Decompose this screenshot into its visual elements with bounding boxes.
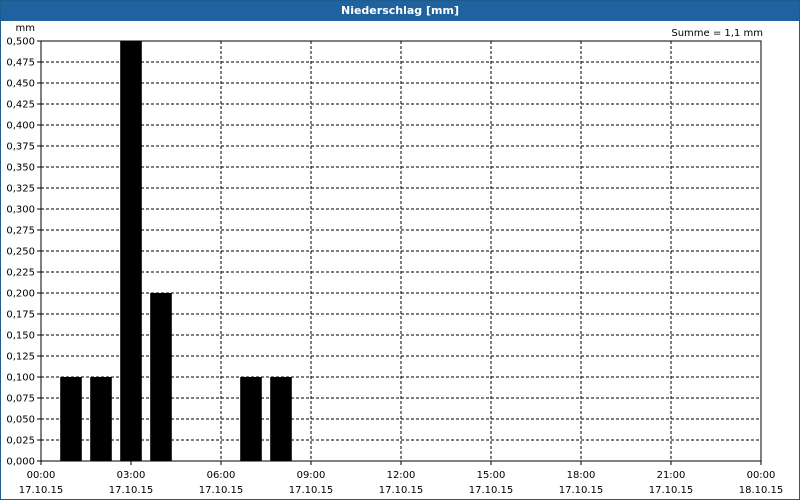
y-tick-label: 0,025 (6, 436, 35, 447)
y-tick-label: 0,350 (6, 163, 35, 174)
x-tick-date-label: 17.10.15 (379, 485, 424, 496)
y-tick-label: 0,450 (6, 79, 35, 90)
x-tick-time-label: 21:00 (657, 470, 686, 481)
x-tick-date-label: 17.10.15 (199, 485, 244, 496)
y-tick-label: 0,475 (6, 58, 35, 69)
y-tick-label: 0,300 (6, 205, 35, 216)
y-tick-label: 0,150 (6, 331, 35, 342)
x-tick-date-label: 18.10.15 (739, 485, 784, 496)
y-tick-label: 0,425 (6, 100, 35, 111)
x-tick-date-label: 17.10.15 (19, 485, 64, 496)
y-tick-label: 0,400 (6, 121, 35, 132)
x-tick-time-label: 18:00 (567, 470, 596, 481)
y-tick-label: 0,500 (6, 37, 35, 48)
y-tick-label: 0,375 (6, 142, 35, 153)
x-tick-time-label: 15:00 (477, 470, 506, 481)
x-tick-time-label: 09:00 (297, 470, 326, 481)
x-tick-date-label: 17.10.15 (289, 485, 334, 496)
y-tick-label: 0,000 (6, 457, 35, 468)
precipitation-bar (90, 377, 112, 461)
y-tick-label: 0,050 (6, 415, 35, 426)
y-tick-label: 0,225 (6, 268, 35, 279)
x-tick-time-label: 03:00 (117, 470, 146, 481)
y-tick-label: 0,200 (6, 289, 35, 300)
y-tick-label: 0,125 (6, 352, 35, 363)
precipitation-chart: mm 0,000 0,025 0,050 0,075 0,100 0,125 0,150 0,… (6, 23, 784, 496)
x-tick-time-label: 00:00 (747, 470, 776, 481)
x-tick-time-label: 06:00 (207, 470, 236, 481)
chart-window: Niederschlag [mm] Summe = 1,1 mm mm 0,00… (0, 0, 800, 500)
x-tick-date-label: 17.10.15 (649, 485, 694, 496)
y-tick-label: 0,075 (6, 394, 35, 405)
precipitation-bar (60, 377, 82, 461)
x-tick-time-label: 12:00 (387, 470, 416, 481)
precipitation-bar (240, 377, 262, 461)
x-tick-date-label: 17.10.15 (109, 485, 154, 496)
y-tick-label: 0,175 (6, 310, 35, 321)
y-tick-label: 0,100 (6, 373, 35, 384)
precipitation-bar (150, 293, 172, 461)
precipitation-bar (270, 377, 292, 461)
precipitation-bar (120, 41, 142, 461)
y-tick-label: 0,275 (6, 226, 35, 237)
x-tick-time-label: 00:00 (27, 470, 56, 481)
y-tick-label: 0,250 (6, 247, 35, 258)
x-tick-date-label: 17.10.15 (469, 485, 514, 496)
y-axis-unit-label: mm (16, 23, 35, 34)
x-tick-date-label: 17.10.15 (559, 485, 604, 496)
y-tick-label: 0,325 (6, 184, 35, 195)
